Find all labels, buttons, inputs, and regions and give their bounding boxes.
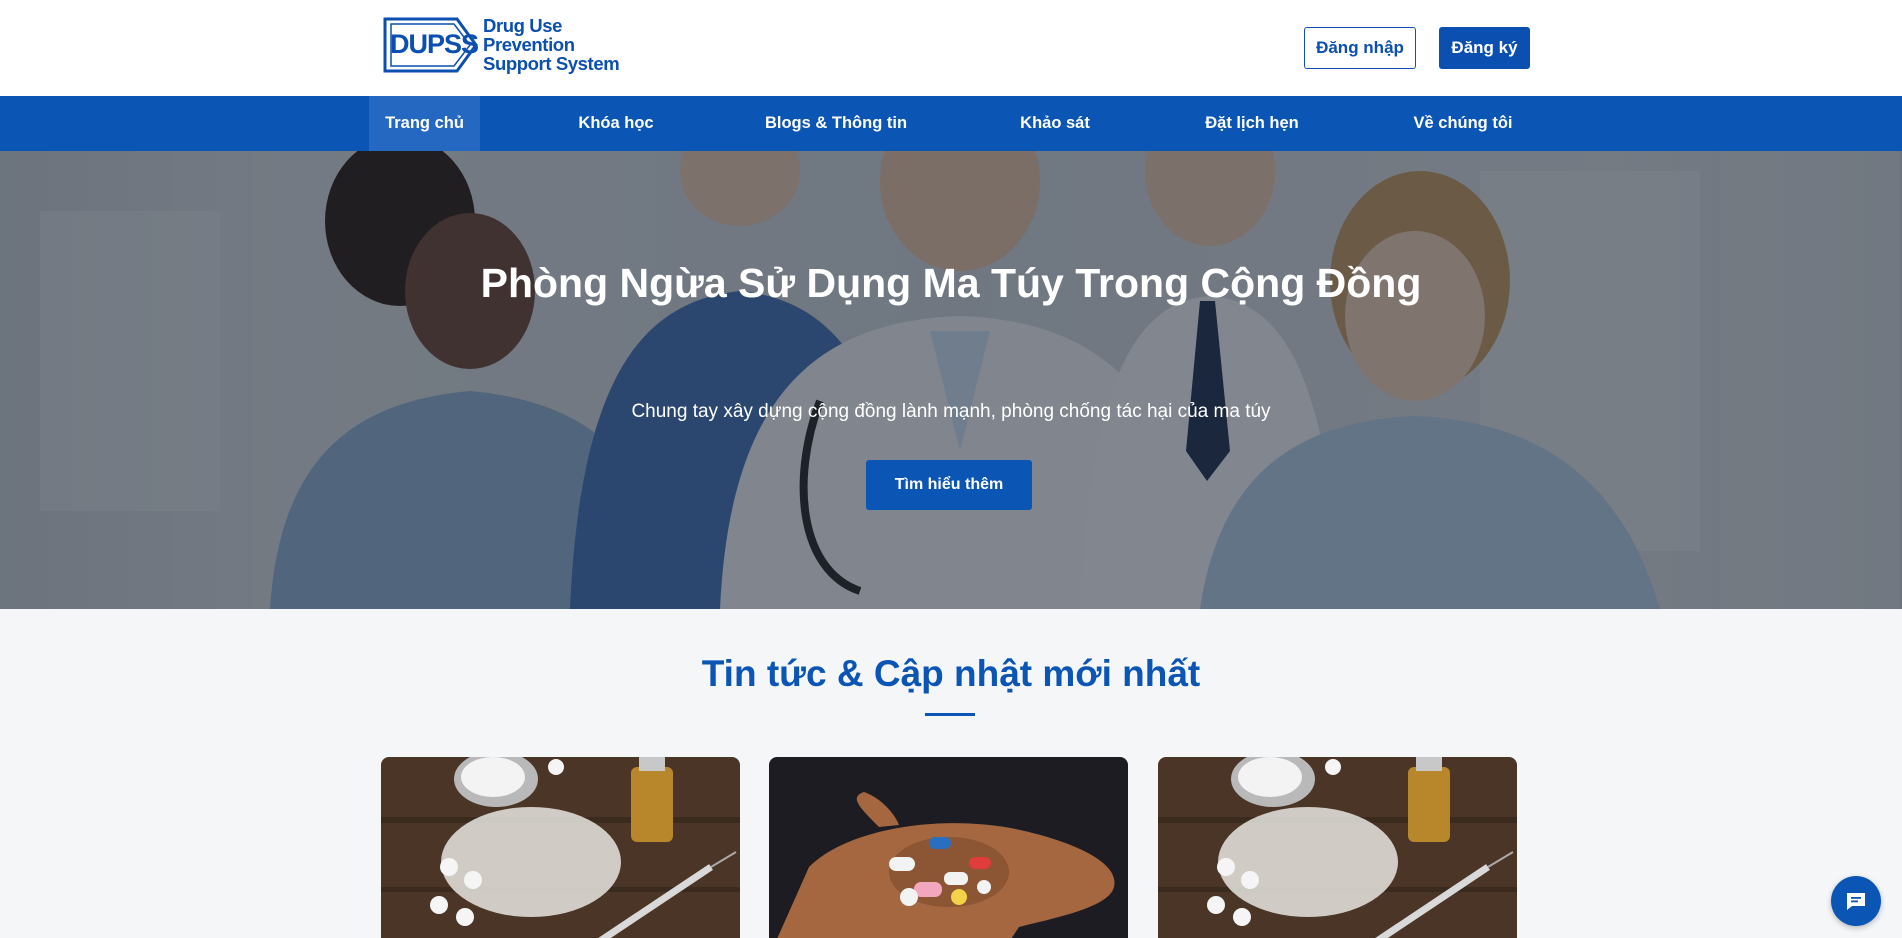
dupss-logo[interactable]: DUPSS Drug Use Prevention Support System bbox=[381, 15, 620, 74]
nav-item-appointments[interactable]: Đặt lịch hẹn bbox=[1190, 96, 1314, 151]
hero-banner: Phòng Ngừa Sử Dụng Ma Túy Trong Cộng Đồn… bbox=[0, 151, 1902, 609]
drugs-powder-spoon-syringe-photo bbox=[1158, 757, 1517, 938]
title-underline bbox=[925, 713, 975, 716]
logo-wordmark: Drug Use Prevention Support System bbox=[483, 15, 620, 74]
hero-subtitle: Chung tay xây dựng cộng đồng lành mạnh, … bbox=[631, 401, 1271, 422]
logo-line: Drug Use bbox=[483, 15, 563, 36]
nav-item-courses[interactable]: Khóa học bbox=[560, 96, 672, 151]
main-nav: Trang chủ Khóa học Blogs & Thông tin Khả… bbox=[0, 96, 1902, 151]
nav-item-surveys[interactable]: Khảo sát bbox=[1010, 96, 1100, 151]
logo-badge-text: DUPSS bbox=[390, 28, 479, 59]
news-card[interactable] bbox=[381, 757, 740, 938]
chat-button[interactable] bbox=[1831, 876, 1881, 926]
site-header: DUPSS Drug Use Prevention Support System… bbox=[0, 0, 1902, 96]
nav-item-home[interactable]: Trang chủ bbox=[369, 96, 480, 151]
drugs-powder-spoon-syringe-photo bbox=[381, 757, 740, 938]
logo-badge: DUPSS bbox=[381, 17, 479, 73]
hero-title: Phòng Ngừa Sử Dụng Ma Túy Trong Cộng Đồn… bbox=[480, 260, 1422, 306]
news-card[interactable] bbox=[769, 757, 1128, 938]
chat-bubble-icon bbox=[1847, 893, 1865, 910]
news-section-title: Tin tức & Cập nhật mới nhất bbox=[701, 653, 1201, 694]
logo-line: Prevention bbox=[483, 34, 575, 55]
hand-holding-pills-photo bbox=[769, 757, 1128, 938]
nav-item-blogs[interactable]: Blogs & Thông tin bbox=[756, 96, 916, 151]
learn-more-button[interactable]: Tìm hiểu thêm bbox=[866, 460, 1032, 510]
nav-item-about[interactable]: Về chúng tôi bbox=[1405, 96, 1521, 151]
news-card[interactable] bbox=[1158, 757, 1517, 938]
logo-line: Support System bbox=[483, 53, 620, 74]
register-button[interactable]: Đăng ký bbox=[1439, 27, 1530, 69]
login-button[interactable]: Đăng nhập bbox=[1304, 27, 1416, 69]
hero-overlay bbox=[0, 151, 1902, 609]
